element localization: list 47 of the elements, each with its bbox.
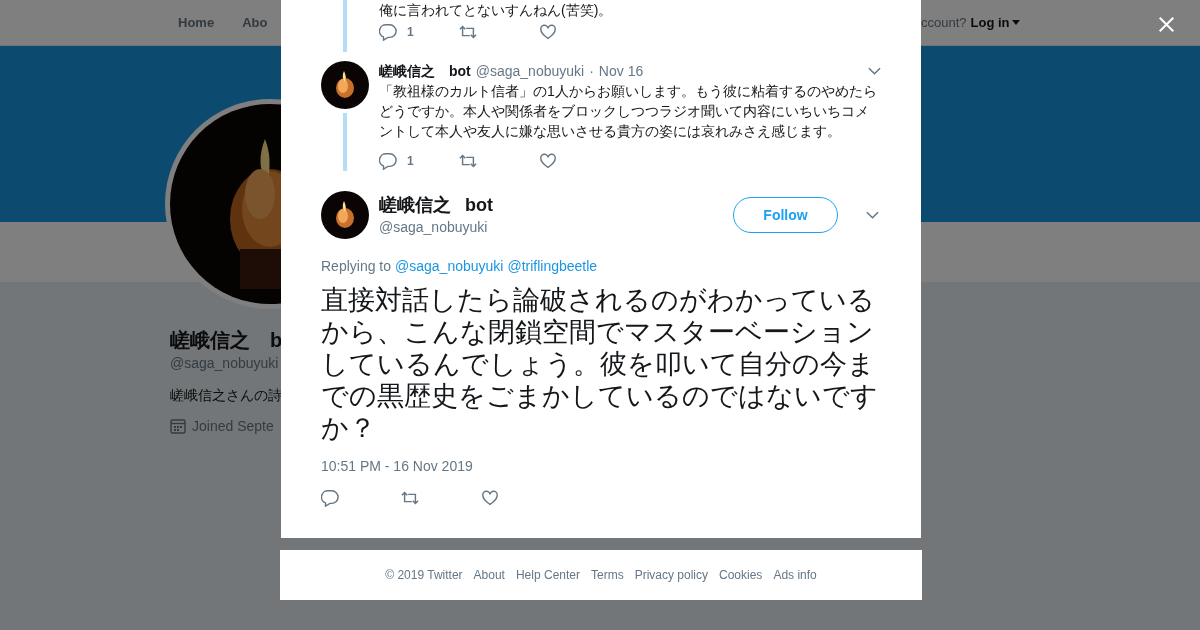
footer-link[interactable]: About — [473, 568, 505, 582]
footer-link[interactable]: © 2019 Twitter — [385, 568, 463, 582]
joined-date: Joined Septe — [192, 418, 274, 434]
reply-count: 1 — [407, 25, 414, 39]
tweet-date[interactable]: Nov 16 — [598, 61, 644, 81]
caret-down-icon[interactable] — [1011, 20, 1020, 25]
tweet-text: 「教祖様のカルト信者」の1人からお願いします。もう彼に粘着するのやめたらどうですか。本人や関係者をブロックしつつラジオ聞いて内容にいちいちコメントして本人や友人に嫌な思いさせる貴方の姿には哀れみさえ感じます。 — [379, 82, 878, 141]
like-icon[interactable] — [481, 489, 499, 507]
reply-icon[interactable] — [379, 152, 397, 170]
login-link[interactable]: Log in — [970, 15, 1020, 30]
footer-link[interactable]: Cookies — [719, 568, 763, 582]
tweet-timestamp: 10:51 PM - 16 Nov 2019 — [321, 458, 474, 474]
footer-link[interactable]: Privacy policy — [634, 568, 708, 582]
author-tag: bot — [449, 61, 471, 81]
author-name[interactable]: 嵯峨信之 — [379, 61, 435, 81]
reply-icon[interactable] — [321, 489, 339, 507]
calendar-icon — [170, 418, 186, 434]
reply-count: 1 — [407, 154, 414, 168]
chevron-down-icon[interactable] — [866, 211, 879, 219]
profile-name: 嵯峨信之 b — [170, 328, 281, 353]
reply-icon[interactable] — [379, 23, 397, 41]
retweet-icon[interactable] — [459, 23, 477, 41]
like-icon[interactable] — [539, 23, 557, 41]
replying-label: Replying to — [321, 258, 392, 274]
footer-link[interactable]: Ads info — [773, 568, 817, 582]
chevron-down-icon[interactable] — [868, 67, 881, 75]
profile-handle: @saga_nobuyuki — [170, 354, 280, 373]
like-icon[interactable] — [539, 152, 557, 170]
mention-link[interactable]: @saga_nobuyuki — [395, 258, 504, 274]
profile-bio: 嵯峨信之さんの詩 — [170, 386, 281, 405]
author-handle[interactable]: @saga_nobuyuki — [379, 217, 723, 237]
footer-link[interactable]: Help Center — [515, 568, 580, 582]
tweet-text: 直接対話したら論破されるのがわかっているから、こんな閉鎖空間でマスターベーションしているんでしょう。彼を叩いて自分の今までの黒歴史をごまかしているのではないですか？ — [321, 284, 879, 444]
retweet-icon[interactable] — [401, 489, 419, 507]
retweet-icon[interactable] — [459, 152, 477, 170]
nav-link[interactable]: Abo — [242, 15, 268, 30]
home-link[interactable]: Home — [178, 15, 215, 30]
author-tag: bot — [465, 195, 493, 216]
author-handle[interactable]: @saga_nobuyuki — [475, 61, 585, 81]
tweet-text: 俺に言われてとないすんねん(苦笑)。 — [379, 1, 614, 20]
close-icon[interactable] — [1158, 16, 1175, 33]
footer-link[interactable]: Terms — [591, 568, 624, 582]
separator-dot: · — [589, 62, 594, 81]
author-name[interactable]: 嵯峨信之 — [379, 193, 451, 217]
account-prompt: ccount? — [921, 15, 967, 30]
follow-button[interactable]: Follow — [733, 197, 838, 233]
mention-link[interactable]: @triflingbeetle — [507, 258, 598, 274]
